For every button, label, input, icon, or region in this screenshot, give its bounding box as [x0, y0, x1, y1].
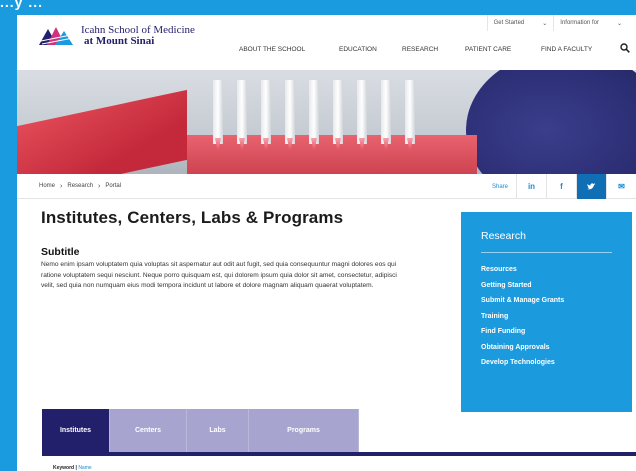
hero-pipette-tips — [213, 80, 443, 150]
logo-line2: at Mount Sinai — [84, 35, 155, 47]
linkedin-icon[interactable]: in — [516, 174, 546, 199]
page-subtitle: Subtitle — [41, 246, 80, 258]
sidebar-heading: Research — [481, 230, 526, 242]
hero-image — [17, 70, 636, 174]
information-for-dropdown[interactable]: Information for ⌄ — [553, 15, 628, 31]
chevron-down-icon: ⌄ — [542, 20, 548, 27]
sort-filter: Keyword | Name — [53, 465, 92, 471]
logo-text: Icahn School of Medicine at Mount Sinai — [81, 25, 195, 47]
breadcrumb-portal: Portal — [105, 183, 122, 189]
search-icon[interactable] — [620, 43, 630, 53]
intro-paragraph: Nemo enim ipsam voluptatem quia voluptas… — [41, 261, 397, 290]
twitter-icon[interactable] — [576, 174, 606, 199]
main-nav: ABOUT THE SCHOOL EDUCATION RESEARCH PATI… — [239, 46, 621, 53]
mount-sinai-logo-icon — [39, 27, 74, 45]
top-strip: ...y ... — [0, 0, 636, 15]
nav-about-the-school[interactable]: ABOUT THE SCHOOL — [239, 46, 339, 53]
chevron-right-icon: › — [60, 182, 63, 190]
chevron-right-icon: › — [98, 182, 101, 190]
tab-institutes[interactable]: Institutes — [42, 409, 110, 452]
sort-name[interactable]: Name — [78, 465, 91, 471]
facebook-icon[interactable]: f — [546, 174, 576, 199]
sidebar-item-develop-technologies[interactable]: Develop Technologies — [481, 359, 632, 366]
top-strip-text: ...y ... — [0, 0, 44, 10]
sidebar-item-find-funding[interactable]: Find Funding — [481, 328, 632, 335]
category-tabs: Institutes Centers Labs Programs — [42, 409, 359, 452]
page-title: Institutes, Centers, Labs & Programs — [41, 208, 344, 227]
breadcrumb-research[interactable]: Research — [67, 183, 93, 189]
sidebar-item-resources[interactable]: Resources — [481, 266, 632, 273]
sort-keyword[interactable]: Keyword — [53, 465, 74, 471]
share-label: Share — [491, 183, 508, 190]
breadcrumb-home[interactable]: Home — [39, 183, 55, 189]
tab-programs[interactable]: Programs — [249, 409, 359, 452]
information-for-label: Information for — [560, 20, 599, 26]
sidebar-item-training[interactable]: Training — [481, 313, 632, 320]
page-frame: Get Started ⌄ Information for ⌄ Icahn Sc… — [17, 15, 636, 471]
tab-centers[interactable]: Centers — [110, 409, 187, 452]
hero-glove — [466, 70, 636, 174]
nav-patient-care[interactable]: PATIENT CARE — [465, 46, 541, 53]
site-logo[interactable]: Icahn School of Medicine at Mount Sinai — [39, 25, 195, 47]
sidebar-divider — [481, 252, 612, 253]
chevron-down-icon: ⌄ — [616, 20, 622, 27]
nav-education[interactable]: EDUCATION — [339, 46, 402, 53]
hero-tray — [17, 89, 187, 174]
sidebar-item-getting-started[interactable]: Getting Started — [481, 282, 632, 289]
nav-find-a-faculty[interactable]: FIND A FACULTY — [541, 46, 621, 53]
tab-underline — [42, 452, 636, 456]
sidebar-item-submit-manage-grants[interactable]: Submit & Manage Grants — [481, 297, 632, 304]
get-started-dropdown[interactable]: Get Started ⌄ — [486, 15, 554, 31]
get-started-label: Get Started — [493, 20, 525, 26]
research-sidebar: Research Resources Getting Started Submi… — [461, 212, 632, 412]
nav-research[interactable]: RESEARCH — [402, 46, 465, 53]
email-icon[interactable]: ✉ — [606, 174, 636, 199]
share-bar: Share in f ✉ — [492, 174, 636, 199]
tab-labs[interactable]: Labs — [187, 409, 249, 452]
utility-bar: Get Started ⌄ Information for ⌄ — [486, 15, 628, 31]
sidebar-item-obtaining-approvals[interactable]: Obtaining Approvals — [481, 344, 632, 351]
